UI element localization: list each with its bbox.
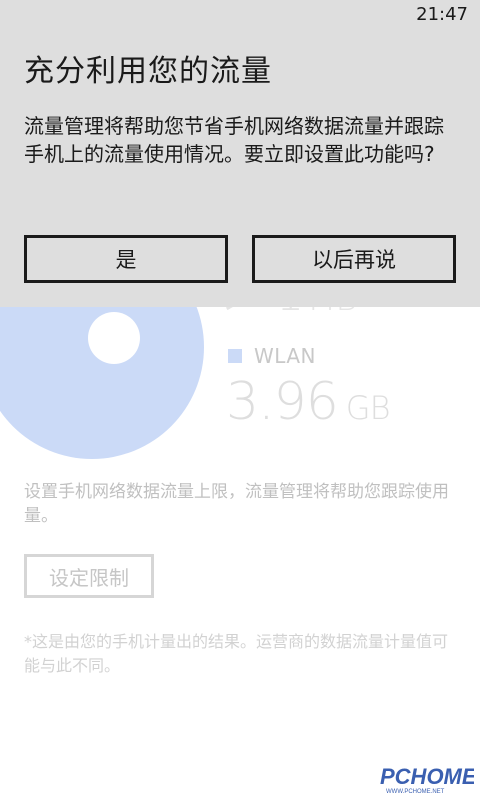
watermark-brand: PCHOME — [380, 764, 474, 789]
wlan-legend-swatch — [228, 349, 242, 363]
later-button[interactable]: 以后再说 — [252, 235, 456, 283]
dialog-message: 流量管理将帮助您节省手机网络数据流量并跟踪手机上的流量使用情况。要立即设置此功能… — [24, 114, 444, 166]
limit-info-text: 设置手机网络数据流量上限，流量管理将帮助您跟踪使用量。 — [24, 482, 449, 526]
carrier-disclaimer: *这是由您的手机计量出的结果。运营商的数据流量计量值可能与此不同。 — [24, 632, 449, 675]
watermark-url: WWW.PCHOME.NET — [386, 789, 445, 795]
dialog-title: 充分利用您的流量 — [24, 54, 272, 89]
data-sense-dialog: 21:47 充分利用您的流量 流量管理将帮助您节省手机网络数据流量并跟踪手机上的… — [0, 0, 480, 307]
set-limit-button[interactable]: 设定限制 — [24, 554, 154, 598]
wlan-usage-value: 3.96 GB — [226, 372, 391, 432]
wlan-legend-label: WLAN — [254, 344, 317, 368]
wlan-usage-number: 3.96 — [226, 372, 339, 432]
usage-pie-center — [88, 312, 140, 364]
status-bar-clock: 21:47 — [416, 4, 468, 25]
wlan-legend: WLAN — [228, 344, 316, 368]
pchome-watermark-logo: PCHOME WWW.PCHOME.NET — [380, 764, 474, 795]
wlan-usage-unit: GB — [345, 389, 391, 427]
confirm-button[interactable]: 是 — [24, 235, 228, 283]
